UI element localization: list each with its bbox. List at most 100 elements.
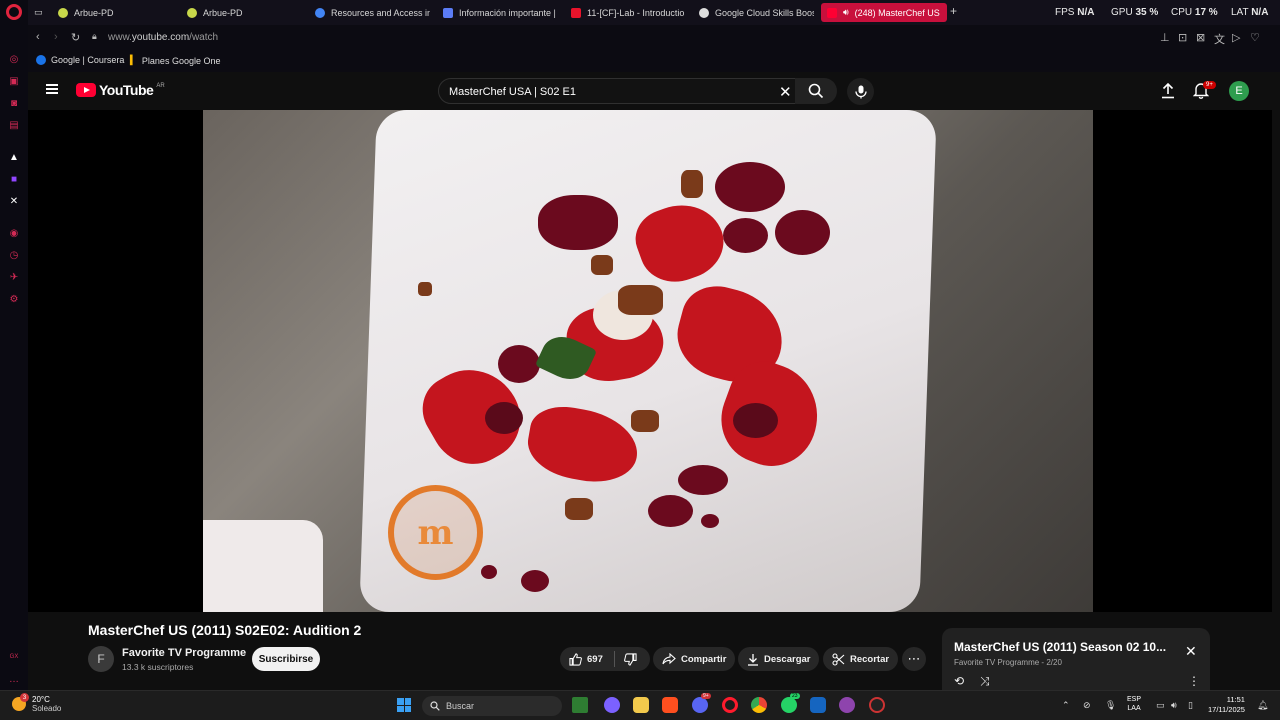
youtube-logo[interactable]: YouTube AR	[76, 82, 165, 98]
reload-icon[interactable]: ↻	[71, 31, 80, 44]
mic-tray-icon[interactable]: 🎙︎	[1105, 700, 1116, 711]
gpu-stat: GPU 35 %	[1111, 7, 1159, 18]
whatsapp-icon[interactable]: 23	[781, 693, 800, 713]
hamburger-menu-icon[interactable]	[46, 84, 58, 94]
close-icon[interactable]: ✕	[1185, 643, 1197, 660]
adblock-icon[interactable]: ⊠	[1196, 31, 1205, 44]
workspaces-icon[interactable]: ▭	[34, 3, 48, 22]
crumb	[618, 285, 663, 315]
display-icon[interactable]: ▭	[1156, 700, 1165, 711]
gx-icon[interactable]: GX	[7, 650, 21, 664]
clear-search-icon[interactable]: ✕	[779, 83, 792, 101]
tab-masterchef-active[interactable]: 🔊︎ (248) MasterChef US	[821, 3, 947, 22]
chrome-icon[interactable]	[751, 697, 767, 713]
language-indicator[interactable]: ESP LAA	[1127, 695, 1141, 713]
address-bar: ‹ › ↻ 🔒︎ www.youtube.com/watch ⊥ ⊡ ⊠ 文 ▷…	[28, 25, 1280, 50]
translate-icon[interactable]: 文	[1214, 31, 1225, 47]
playlist-more-icon[interactable]: ⋮	[1188, 674, 1200, 688]
lat-stat: LAT N/A	[1231, 7, 1269, 18]
sauce-drop	[481, 565, 497, 579]
video-player[interactable]: m	[28, 110, 1272, 612]
app-icon[interactable]	[869, 697, 885, 713]
bookmark-coursera[interactable]: Google | Coursera	[36, 55, 124, 65]
tray-expand-icon[interactable]: ⌃	[1062, 700, 1070, 711]
send-icon[interactable]: ▷	[1232, 31, 1240, 44]
download-button[interactable]: Descargar	[738, 647, 820, 671]
search-button[interactable]	[795, 78, 837, 104]
tab-bar: ▭ Arbue-PD Arbue-PD Resources and Access…	[28, 0, 1280, 25]
dislike-button[interactable]	[623, 652, 637, 666]
url-field[interactable]: www.youtube.com/watch	[108, 32, 218, 43]
settings-gear-icon[interactable]: ⚙	[7, 292, 21, 306]
forward-icon[interactable]: ›	[54, 31, 58, 43]
opera-gx-icon[interactable]	[722, 697, 738, 713]
subscribe-button[interactable]: Suscribirse	[252, 647, 320, 671]
bookmarks-bar: Google | Coursera ▍ Planes Google One	[28, 50, 1280, 72]
channel-avatar[interactable]: F	[88, 646, 114, 672]
playlist-title[interactable]: MasterChef US (2011) Season 02 10...	[954, 640, 1166, 654]
sauce-drop	[538, 195, 618, 250]
taskview-icon[interactable]	[572, 697, 588, 713]
battery-icon[interactable]: ▯	[1188, 700, 1193, 711]
microphone-icon	[854, 85, 867, 98]
more-actions-button[interactable]: ⋯	[902, 647, 926, 671]
pin-icon[interactable]: ⊥	[1160, 31, 1170, 44]
more-icon[interactable]: …	[7, 672, 21, 686]
taskbar-search-input[interactable]: Buscar	[422, 696, 562, 716]
bookmark-google-one[interactable]: ▍ Planes Google One	[130, 55, 220, 66]
discord-icon[interactable]: 9+	[692, 693, 711, 713]
sun-icon: 3	[12, 693, 29, 711]
coursera-icon	[36, 55, 46, 65]
tab-cloud-skills[interactable]: Google Cloud Skills Boos	[699, 3, 814, 22]
more-dots-icon: ⋯	[907, 651, 921, 666]
copilot-icon[interactable]	[604, 697, 620, 713]
terminal-icon[interactable]	[810, 697, 826, 713]
share-button[interactable]: Compartir	[653, 647, 736, 671]
twitch-icon[interactable]: ■	[7, 172, 21, 186]
tab-arbue-1[interactable]: Arbue-PD	[58, 3, 173, 22]
account-avatar[interactable]: E	[1229, 81, 1249, 101]
channel-name[interactable]: Favorite TV Programme	[122, 647, 246, 659]
search-icon	[430, 701, 440, 711]
extensions-icon[interactable]: ✈	[7, 270, 21, 284]
loop-icon[interactable]: ⟲	[954, 674, 964, 688]
x-icon[interactable]: ✕	[7, 194, 21, 208]
notification-bell-icon[interactable]: 🔔︎	[1257, 700, 1268, 711]
instagram-icon[interactable]: ◙	[7, 96, 21, 110]
heart-icon[interactable]: ♡	[1250, 31, 1260, 44]
search-input[interactable]: MasterChef USA | S02 E1 ✕	[438, 78, 823, 104]
like-divider	[614, 651, 615, 667]
snapshot-icon[interactable]: ⊡	[1178, 31, 1187, 44]
network-off-icon[interactable]: ⊘	[1083, 700, 1091, 711]
new-tab-button[interactable]: +	[950, 4, 957, 18]
video-frame[interactable]: m	[203, 110, 1093, 612]
aria-icon[interactable]: ◎	[7, 52, 21, 66]
telegram-icon[interactable]: ▤	[7, 118, 21, 132]
brave-icon[interactable]	[662, 697, 678, 713]
voice-search-button[interactable]	[847, 78, 874, 105]
sauce-drop	[485, 402, 523, 434]
sauce-drop	[521, 570, 549, 592]
tab-arbue-2[interactable]: Arbue-PD	[187, 3, 302, 22]
player-icon[interactable]: ◉	[7, 226, 21, 240]
weather-widget[interactable]: 3 20°C Soleado	[12, 693, 61, 713]
file-explorer-icon[interactable]	[633, 697, 649, 713]
volume-icon[interactable]: 🔊︎	[1171, 700, 1177, 711]
history-icon[interactable]: ◷	[7, 248, 21, 262]
opera-logo-icon[interactable]	[6, 4, 22, 20]
messenger-icon[interactable]: ▣	[7, 74, 21, 88]
tab-cf-lab[interactable]: 11-[CF]-Lab - Introductio	[571, 3, 686, 22]
windows-start-icon[interactable]	[397, 698, 411, 712]
vk-icon[interactable]: ▲	[7, 150, 21, 164]
tab-resources-access[interactable]: Resources and Access in	[315, 3, 430, 22]
plate-corner-image	[203, 520, 323, 612]
back-icon[interactable]: ‹	[36, 31, 40, 43]
clip-button[interactable]: Recortar	[823, 647, 899, 671]
clock[interactable]: 11:51 17/11/2025	[1208, 695, 1245, 715]
create-upload-button[interactable]	[1160, 82, 1176, 99]
shuffle-icon[interactable]: ⤨	[980, 674, 990, 689]
like-button[interactable]: 697	[569, 652, 603, 666]
like-count: 697	[587, 653, 603, 665]
arc-icon[interactable]	[839, 697, 855, 713]
tab-informacion-importante[interactable]: Información importante |	[443, 3, 558, 22]
